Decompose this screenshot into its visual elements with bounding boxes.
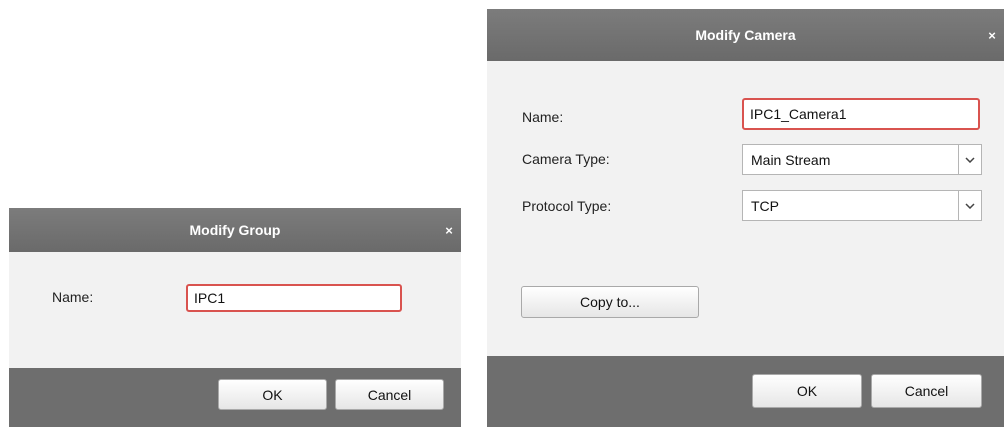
group-name-input[interactable]: IPC1: [186, 284, 402, 312]
camera-name-input[interactable]: IPC1_Camera1: [742, 98, 980, 130]
chevron-down-icon[interactable]: [958, 145, 981, 174]
name-label: Name:: [522, 109, 564, 125]
name-label: Name:: [52, 289, 94, 305]
protocol-type-value: TCP: [751, 197, 779, 214]
modify-group-titlebar[interactable]: Modify Group ×: [9, 208, 461, 252]
ok-button[interactable]: OK: [752, 374, 862, 408]
protocol-type-select[interactable]: TCP: [742, 190, 982, 221]
camera-type-value: Main Stream: [751, 151, 831, 168]
camera-type-label: Camera Type:: [522, 151, 610, 167]
modify-camera-titlebar[interactable]: Modify Camera ×: [487, 9, 1004, 61]
camera-name-value: IPC1_Camera1: [750, 106, 847, 122]
camera-type-select[interactable]: Main Stream: [742, 144, 982, 175]
cancel-button[interactable]: Cancel: [335, 379, 444, 410]
modify-camera-title: Modify Camera: [695, 27, 796, 43]
modify-group-title: Modify Group: [189, 222, 281, 238]
cancel-button[interactable]: Cancel: [871, 374, 982, 408]
group-name-value: IPC1: [194, 290, 226, 306]
close-icon[interactable]: ×: [980, 9, 1004, 61]
modify-group-dialog: Modify Group × Name: IPC1 OK Cancel: [9, 208, 461, 427]
protocol-type-label: Protocol Type:: [522, 198, 612, 214]
modify-camera-dialog: Modify Camera × Name: IPC1_Camera1 Camer…: [487, 9, 1004, 427]
chevron-down-icon[interactable]: [958, 191, 981, 220]
ok-button[interactable]: OK: [218, 379, 327, 410]
close-icon[interactable]: ×: [437, 208, 461, 252]
copy-to-button[interactable]: Copy to...: [521, 286, 699, 318]
